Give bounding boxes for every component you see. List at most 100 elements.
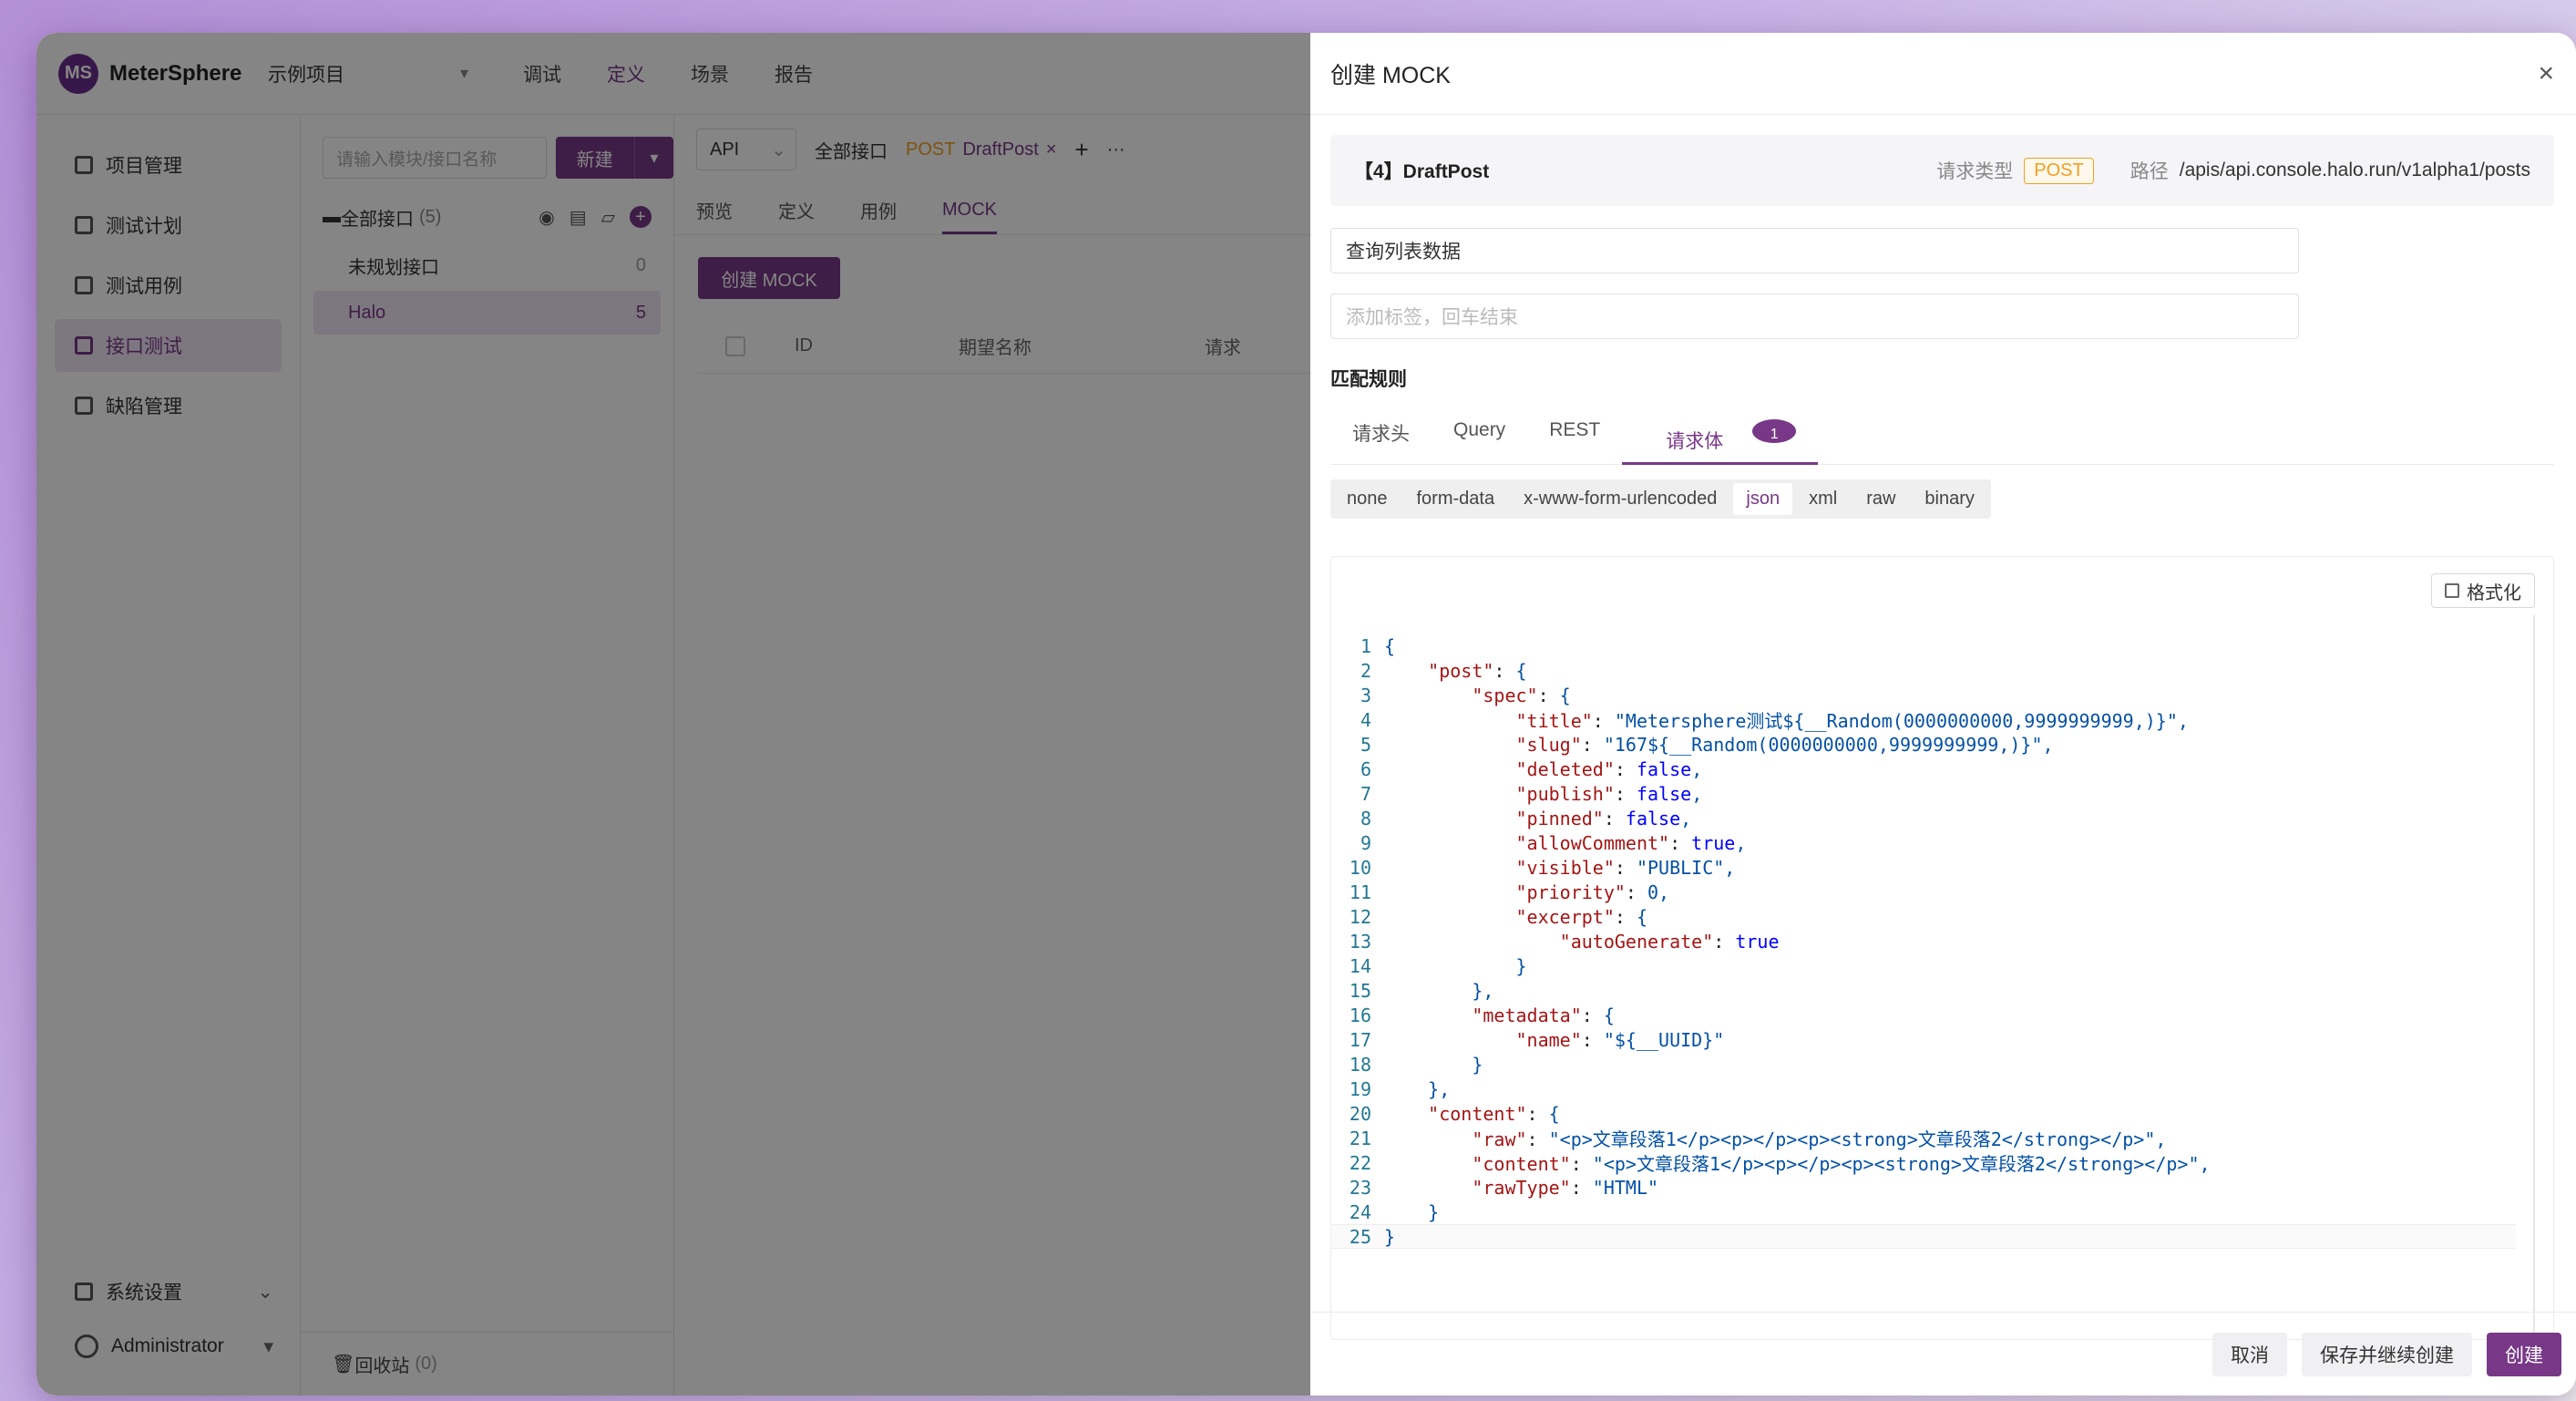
code-line-text: "post": { <box>1428 659 1527 682</box>
code-line[interactable]: 12 "excerpt": { <box>1331 904 2516 929</box>
code-line[interactable]: 1{ <box>1331 634 2516 658</box>
line-number: 14 <box>1349 954 1371 977</box>
code-line[interactable]: 9 "allowComment": true, <box>1331 830 2516 855</box>
code-line[interactable]: 3 "spec": { <box>1331 683 2516 707</box>
code-line-text: { <box>1384 634 1396 657</box>
code-line[interactable]: 11 "priority": 0, <box>1331 880 2516 904</box>
code-line[interactable]: 23 "rawType": "HTML" <box>1331 1175 2516 1200</box>
modal-overlay[interactable] <box>36 33 1310 1396</box>
body-type-option[interactable]: none <box>1334 483 1401 515</box>
body-type-option[interactable]: form-data <box>1404 483 1508 515</box>
line-number: 20 <box>1349 1102 1371 1125</box>
code-line[interactable]: 6 "deleted": false, <box>1331 757 2516 781</box>
code-line-text: } <box>1384 1225 1396 1248</box>
code-line[interactable]: 2 "post": { <box>1331 658 2516 683</box>
line-number: 2 <box>1360 659 1371 682</box>
line-number: 12 <box>1349 905 1371 928</box>
tab-query[interactable]: Query <box>1432 412 1527 465</box>
tab-rest[interactable]: REST <box>1527 412 1622 465</box>
code-line-text: "deleted": false, <box>1515 757 1703 780</box>
code-line[interactable]: 13 "autoGenerate": true <box>1331 929 2516 953</box>
code-line-text: "content": "<p>文章段落1</p><p></p><p><stron… <box>1472 1153 2211 1175</box>
body-type-option[interactable]: raw <box>1853 483 1908 515</box>
app-background: MS MeterSphere 示例项目 ▾ 调试 定义 场景 报告 项目管理 测… <box>36 33 1320 1396</box>
api-name: 【4】DraftPost <box>1354 161 1490 182</box>
line-number: 13 <box>1349 930 1371 953</box>
body-type-option[interactable]: binary <box>1912 483 1986 515</box>
editor-scrollbar[interactable] <box>2533 615 2535 1335</box>
body-type-option[interactable]: xml <box>1796 483 1850 515</box>
code-line[interactable]: 21 "raw": "<p>文章段落1</p><p></p><p><strong… <box>1331 1126 2516 1151</box>
code-line[interactable]: 16 "metadata": { <box>1331 1003 2516 1027</box>
code-line[interactable]: 25} <box>1331 1224 2516 1249</box>
code-line-text: "name": "${__UUID}" <box>1515 1028 1725 1051</box>
tag-input[interactable]: 添加标签，回车结束 <box>1330 294 2299 339</box>
line-number: 16 <box>1349 1004 1371 1026</box>
method-badge: POST <box>2024 157 2094 184</box>
code-line-text: }, <box>1384 1077 1451 1100</box>
code-line[interactable]: 14 } <box>1331 953 2516 978</box>
code-line-text: "pinned": false, <box>1515 807 1692 829</box>
drawer-header: 创建 MOCK × <box>1310 33 2576 115</box>
request-type-label: 请求类型 <box>1936 161 2014 182</box>
body-type-switch: none form-data x-www-form-urlencoded jso… <box>1330 479 1991 519</box>
code-line[interactable]: 24 } <box>1331 1200 2516 1224</box>
create-mock-drawer: 创建 MOCK × 【4】DraftPost 请求类型 POST 路径 /api… <box>1310 33 2576 1396</box>
save-and-continue-button[interactable]: 保存并继续创建 <box>2302 1332 2472 1376</box>
count-badge: 1 <box>1752 419 1797 443</box>
code-line-text: "title": "Metersphere测试${__Random(000000… <box>1515 710 2189 732</box>
match-rules-title: 匹配规则 <box>1330 369 1407 390</box>
drawer-title: 创建 MOCK <box>1330 62 1451 88</box>
create-button[interactable]: 创建 <box>2487 1332 2561 1376</box>
tab-headers[interactable]: 请求头 <box>1330 412 1432 465</box>
code-line-text: "metadata": { <box>1472 1004 1615 1026</box>
code-line-text: "allowComment": true, <box>1515 831 1747 854</box>
code-line[interactable]: 22 "content": "<p>文章段落1</p><p></p><p><st… <box>1331 1150 2516 1176</box>
code-line[interactable]: 18 } <box>1331 1052 2516 1077</box>
code-line[interactable]: 8 "pinned": false, <box>1331 806 2516 830</box>
code-line-text: "excerpt": { <box>1515 905 1648 928</box>
close-icon[interactable]: × <box>2538 58 2554 89</box>
api-path: /apis/api.console.halo.run/v1alpha1/post… <box>2179 160 2530 180</box>
line-number: 25 <box>1349 1225 1371 1248</box>
body-type-option[interactable]: x-www-form-urlencoded <box>1511 483 1729 515</box>
code-line-text: "publish": false, <box>1515 782 1703 805</box>
format-button[interactable]: 格式化 <box>2431 573 2535 608</box>
code-line-text: } <box>1384 1200 1440 1223</box>
line-number: 17 <box>1349 1028 1371 1051</box>
path-label: 路径 <box>2130 161 2169 182</box>
json-editor[interactable]: 格式化 1{2 "post": {3 "spec": {4 "title": "… <box>1330 556 2554 1340</box>
expect-name-field[interactable]: 查询列表数据 <box>1330 228 2299 273</box>
code-line-text: } <box>1384 1053 1483 1076</box>
code-line[interactable]: 10 "visible": "PUBLIC", <box>1331 855 2516 880</box>
tab-request-body-label: 请求体 <box>1666 431 1724 452</box>
code-line[interactable]: 19 }, <box>1331 1077 2516 1101</box>
code-line[interactable]: 20 "content": { <box>1331 1101 2516 1126</box>
code-line-text: "spec": { <box>1472 684 1571 706</box>
line-number: 4 <box>1360 708 1371 731</box>
line-number: 21 <box>1349 1127 1371 1149</box>
cancel-button[interactable]: 取消 <box>2212 1332 2287 1376</box>
code-line[interactable]: 15 }, <box>1331 978 2516 1003</box>
api-info-right: 请求类型 POST 路径 /apis/api.console.halo.run/… <box>1936 157 2530 184</box>
line-number: 18 <box>1349 1053 1371 1076</box>
code-line[interactable]: 5 "slug": "167${__Random(0000000000,9999… <box>1331 732 2516 757</box>
code-line-text: "slug": "167${__Random(0000000000,999999… <box>1515 733 2054 756</box>
body-type-option[interactable]: json <box>1733 483 1793 515</box>
code-area[interactable]: 1{2 "post": {3 "spec": {4 "title": "Mete… <box>1331 634 2516 1249</box>
line-number: 8 <box>1360 807 1371 829</box>
code-line-text: }, <box>1384 979 1494 1002</box>
line-number: 22 <box>1349 1151 1371 1174</box>
api-info-bar: 【4】DraftPost 请求类型 POST 路径 /apis/api.cons… <box>1330 135 2554 206</box>
code-line[interactable]: 17 "name": "${__UUID}" <box>1331 1027 2516 1052</box>
line-number: 1 <box>1360 634 1371 657</box>
format-icon <box>2445 583 2459 598</box>
line-number: 15 <box>1349 979 1371 1002</box>
tab-request-body[interactable]: 请求体 1 <box>1622 412 1819 465</box>
code-line-text: "rawType": "HTML" <box>1472 1176 1659 1199</box>
code-line[interactable]: 4 "title": "Metersphere测试${__Random(0000… <box>1331 707 2516 733</box>
code-line[interactable]: 7 "publish": false, <box>1331 781 2516 806</box>
code-line-text: } <box>1384 954 1527 977</box>
app-window: MS MeterSphere 示例项目 ▾ 调试 定义 场景 报告 项目管理 测… <box>36 33 2576 1396</box>
line-number: 10 <box>1349 856 1371 879</box>
